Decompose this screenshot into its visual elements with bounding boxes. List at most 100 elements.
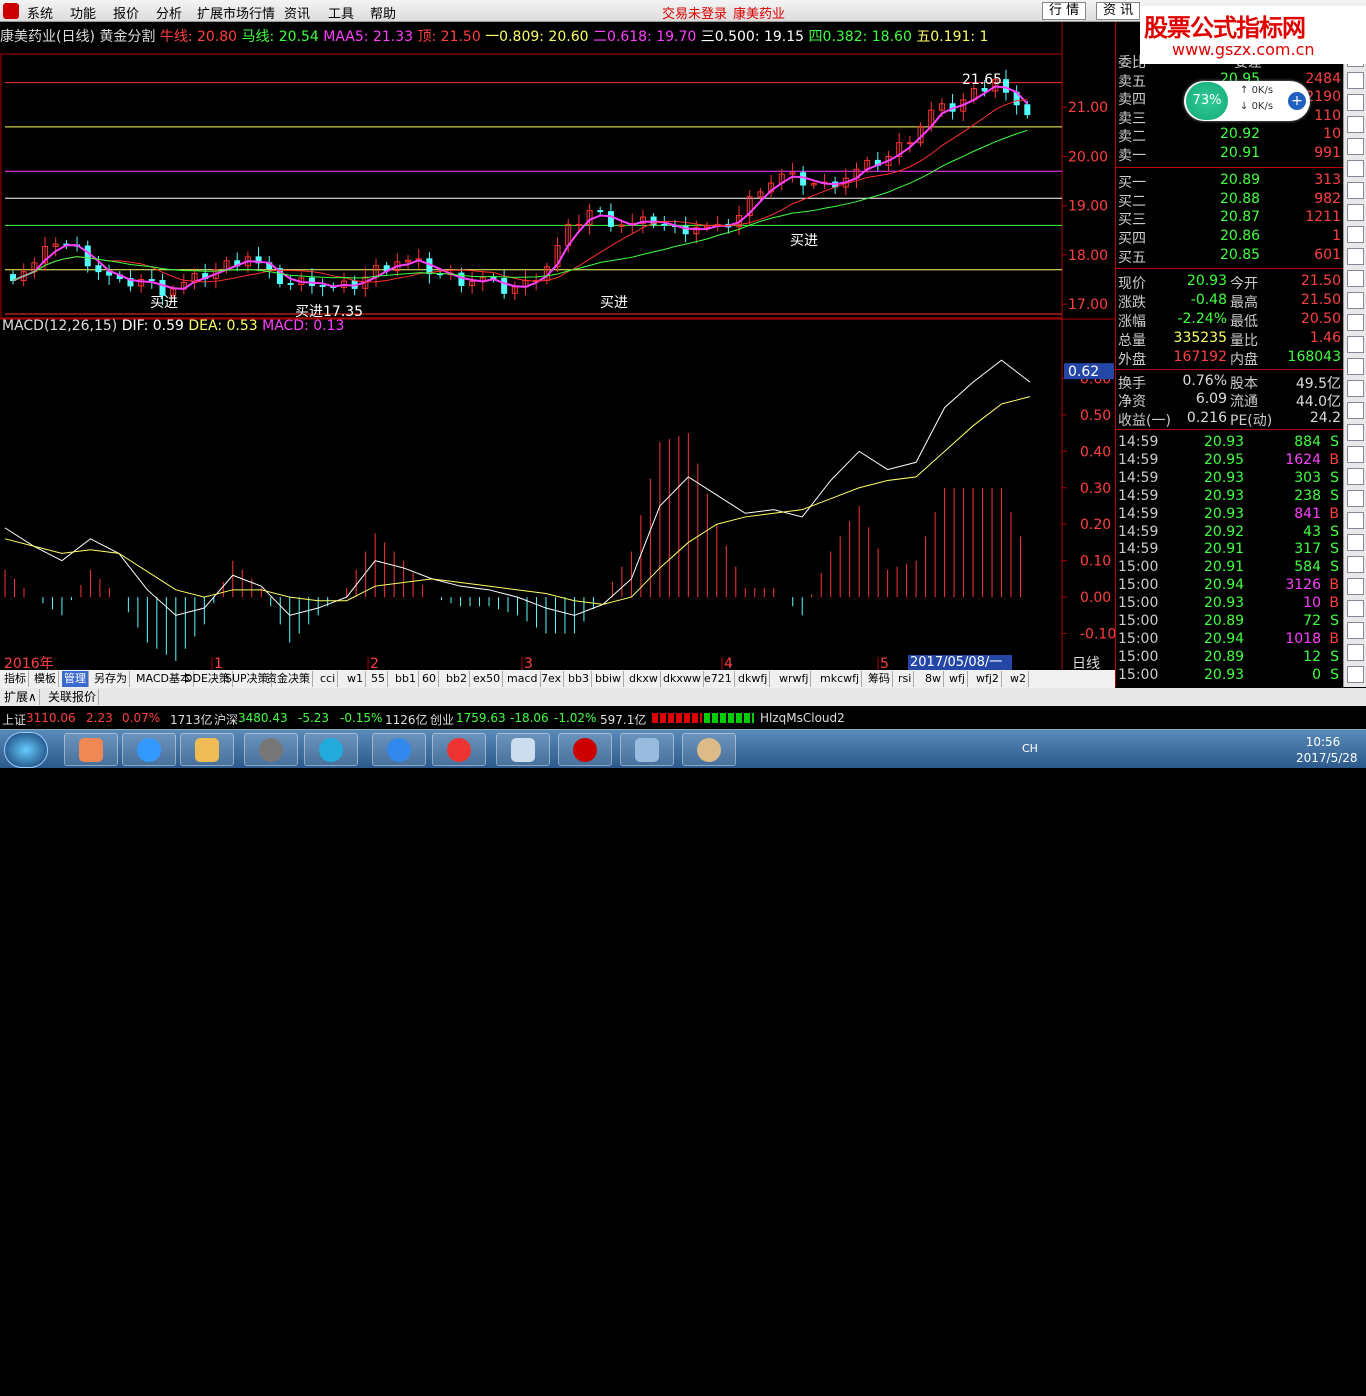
- tab-related-quote[interactable]: 关联报价: [46, 689, 100, 705]
- pie-icon[interactable]: [1347, 380, 1364, 397]
- menu-help[interactable]: 帮助: [370, 3, 396, 22]
- book-icon[interactable]: [1347, 116, 1364, 133]
- menu-news[interactable]: 资讯: [284, 3, 310, 22]
- fiz-icon[interactable]: [1347, 358, 1364, 375]
- menu-quote[interactable]: 报价: [113, 3, 139, 22]
- plus-icon[interactable]: +: [1288, 92, 1306, 110]
- compare-icon[interactable]: [1347, 468, 1364, 485]
- sh-index[interactable]: 3110.06: [26, 711, 76, 725]
- tab-14[interactable]: ex50: [471, 671, 504, 687]
- chart7-icon[interactable]: [1347, 556, 1364, 573]
- menu-analysis[interactable]: 分析: [156, 3, 182, 22]
- chart11-icon[interactable]: [1347, 644, 1364, 661]
- circle-icon[interactable]: [1347, 402, 1364, 419]
- menu-system[interactable]: 系统: [27, 3, 53, 22]
- right-tab-3[interactable]: 势: [1208, 1377, 1221, 1396]
- tab-9[interactable]: w1: [345, 671, 366, 687]
- tab-10[interactable]: 55: [369, 671, 388, 687]
- right-tab-6[interactable]: 主: [1295, 1377, 1308, 1396]
- tab-2[interactable]: 管理: [62, 671, 89, 687]
- rsi-icon[interactable]: [1347, 446, 1364, 463]
- right-tab-1[interactable]: 价: [1150, 1377, 1163, 1396]
- fund-icon[interactable]: [1347, 226, 1364, 243]
- move-icon[interactable]: [1347, 490, 1364, 507]
- menu-ext-market[interactable]: 扩展市场行情: [197, 3, 275, 22]
- taskbar-film[interactable]: [244, 733, 298, 766]
- tab-23[interactable]: wrwfj: [777, 671, 812, 687]
- tab-8[interactable]: cci: [318, 671, 339, 687]
- tab-19[interactable]: dkxw: [627, 671, 661, 687]
- tab-28[interactable]: wfj: [947, 671, 968, 687]
- chart12-icon[interactable]: [1347, 666, 1364, 683]
- menu-function[interactable]: 功能: [70, 3, 96, 22]
- tab-0[interactable]: 指标: [2, 671, 29, 687]
- chart8-icon[interactable]: [1347, 578, 1364, 595]
- line-icon[interactable]: [1347, 248, 1364, 265]
- chart-icon[interactable]: [1347, 72, 1364, 89]
- minus-icon[interactable]: [1347, 204, 1364, 221]
- language-indicator[interactable]: CH: [1022, 742, 1038, 755]
- tab-18[interactable]: bbiw: [593, 671, 625, 687]
- tab-12[interactable]: 60: [420, 671, 439, 687]
- tab-20[interactable]: dkxww: [661, 671, 704, 687]
- tab-29[interactable]: wfj2: [974, 671, 1002, 687]
- tab-expand[interactable]: 扩展∧: [2, 689, 40, 705]
- grid2-icon[interactable]: [1347, 270, 1364, 287]
- macd-title[interactable]: MACD(12,26,15): [2, 318, 117, 334]
- tab-16[interactable]: 7ex: [539, 671, 565, 687]
- taskbar-ie[interactable]: [122, 733, 176, 766]
- right-tab-2[interactable]: 细: [1179, 1377, 1192, 1396]
- taskbar-notepad[interactable]: [496, 733, 550, 766]
- price-tick-label: 17.00: [1068, 297, 1108, 313]
- right-tab-4[interactable]: 联: [1237, 1377, 1250, 1396]
- right-tab-5[interactable]: 值: [1266, 1377, 1279, 1396]
- menu-tools[interactable]: 工具: [328, 3, 354, 22]
- tab-11[interactable]: bb1: [393, 671, 419, 687]
- tab-21[interactable]: e721: [702, 671, 735, 687]
- kline-icon[interactable]: [1347, 336, 1364, 353]
- chart6-icon[interactable]: [1347, 534, 1364, 551]
- tab-24[interactable]: mkcwfj: [818, 671, 863, 687]
- info-button[interactable]: 资 讯: [1096, 2, 1141, 20]
- tab-17[interactable]: bb3: [566, 671, 592, 687]
- login-status[interactable]: 交易未登录: [662, 3, 727, 22]
- chart4-icon[interactable]: [1347, 424, 1364, 441]
- clock[interactable]: 10:56 2017/5/28: [1296, 734, 1358, 766]
- taskbar-media-player[interactable]: [64, 733, 118, 766]
- taskbar-stock-app[interactable]: [558, 733, 612, 766]
- chart3-icon[interactable]: [1347, 314, 1364, 331]
- chart10-icon[interactable]: [1347, 622, 1364, 639]
- taskbar-editor[interactable]: [620, 733, 674, 766]
- square-icon[interactable]: [1347, 138, 1364, 155]
- chart2-icon[interactable]: [1347, 292, 1364, 309]
- right-tab-0[interactable]: 笔: [1121, 1377, 1134, 1396]
- taskbar-browser[interactable]: [304, 733, 358, 766]
- tab-3[interactable]: 另存为: [92, 671, 130, 687]
- chart5-icon[interactable]: [1347, 512, 1364, 529]
- candle-icon[interactable]: [1347, 182, 1364, 199]
- tab-13[interactable]: bb2: [444, 671, 470, 687]
- taskbar-ie2[interactable]: [372, 733, 426, 766]
- tab-26[interactable]: rsi: [896, 671, 915, 687]
- indicator-name[interactable]: 黄金分割: [99, 29, 155, 45]
- start-button[interactable]: [4, 732, 48, 768]
- kline-chart[interactable]: 买进 买进买进买进 17.3521.65 17.0018.0019.0020.002…: [0, 22, 1115, 670]
- network-speed-widget[interactable]: 73% ↑ 0K/s ↓ 0K/s +: [1184, 81, 1310, 121]
- tab-22[interactable]: dkwfj: [736, 671, 771, 687]
- quote-button[interactable]: 行 情: [1042, 2, 1087, 20]
- hs-index[interactable]: 3480.43: [238, 711, 288, 725]
- tab-30[interactable]: w2: [1008, 671, 1029, 687]
- tab-7[interactable]: 资金决策: [264, 671, 313, 687]
- taskbar-paint[interactable]: [682, 733, 736, 766]
- list-icon[interactable]: [1347, 94, 1364, 111]
- cy-index[interactable]: 1759.63: [456, 711, 506, 725]
- chart9-icon[interactable]: [1347, 600, 1364, 617]
- right-tab-7[interactable]: 筹: [1324, 1377, 1337, 1396]
- tab-1[interactable]: 模板: [32, 671, 59, 687]
- bar-chart-icon[interactable]: [1347, 160, 1364, 177]
- tab-27[interactable]: 8w: [923, 671, 944, 687]
- taskbar-video[interactable]: [432, 733, 486, 766]
- tab-15[interactable]: macd: [505, 671, 541, 687]
- taskbar-explorer[interactable]: [180, 733, 234, 766]
- tab-25[interactable]: 筹码: [866, 671, 893, 687]
